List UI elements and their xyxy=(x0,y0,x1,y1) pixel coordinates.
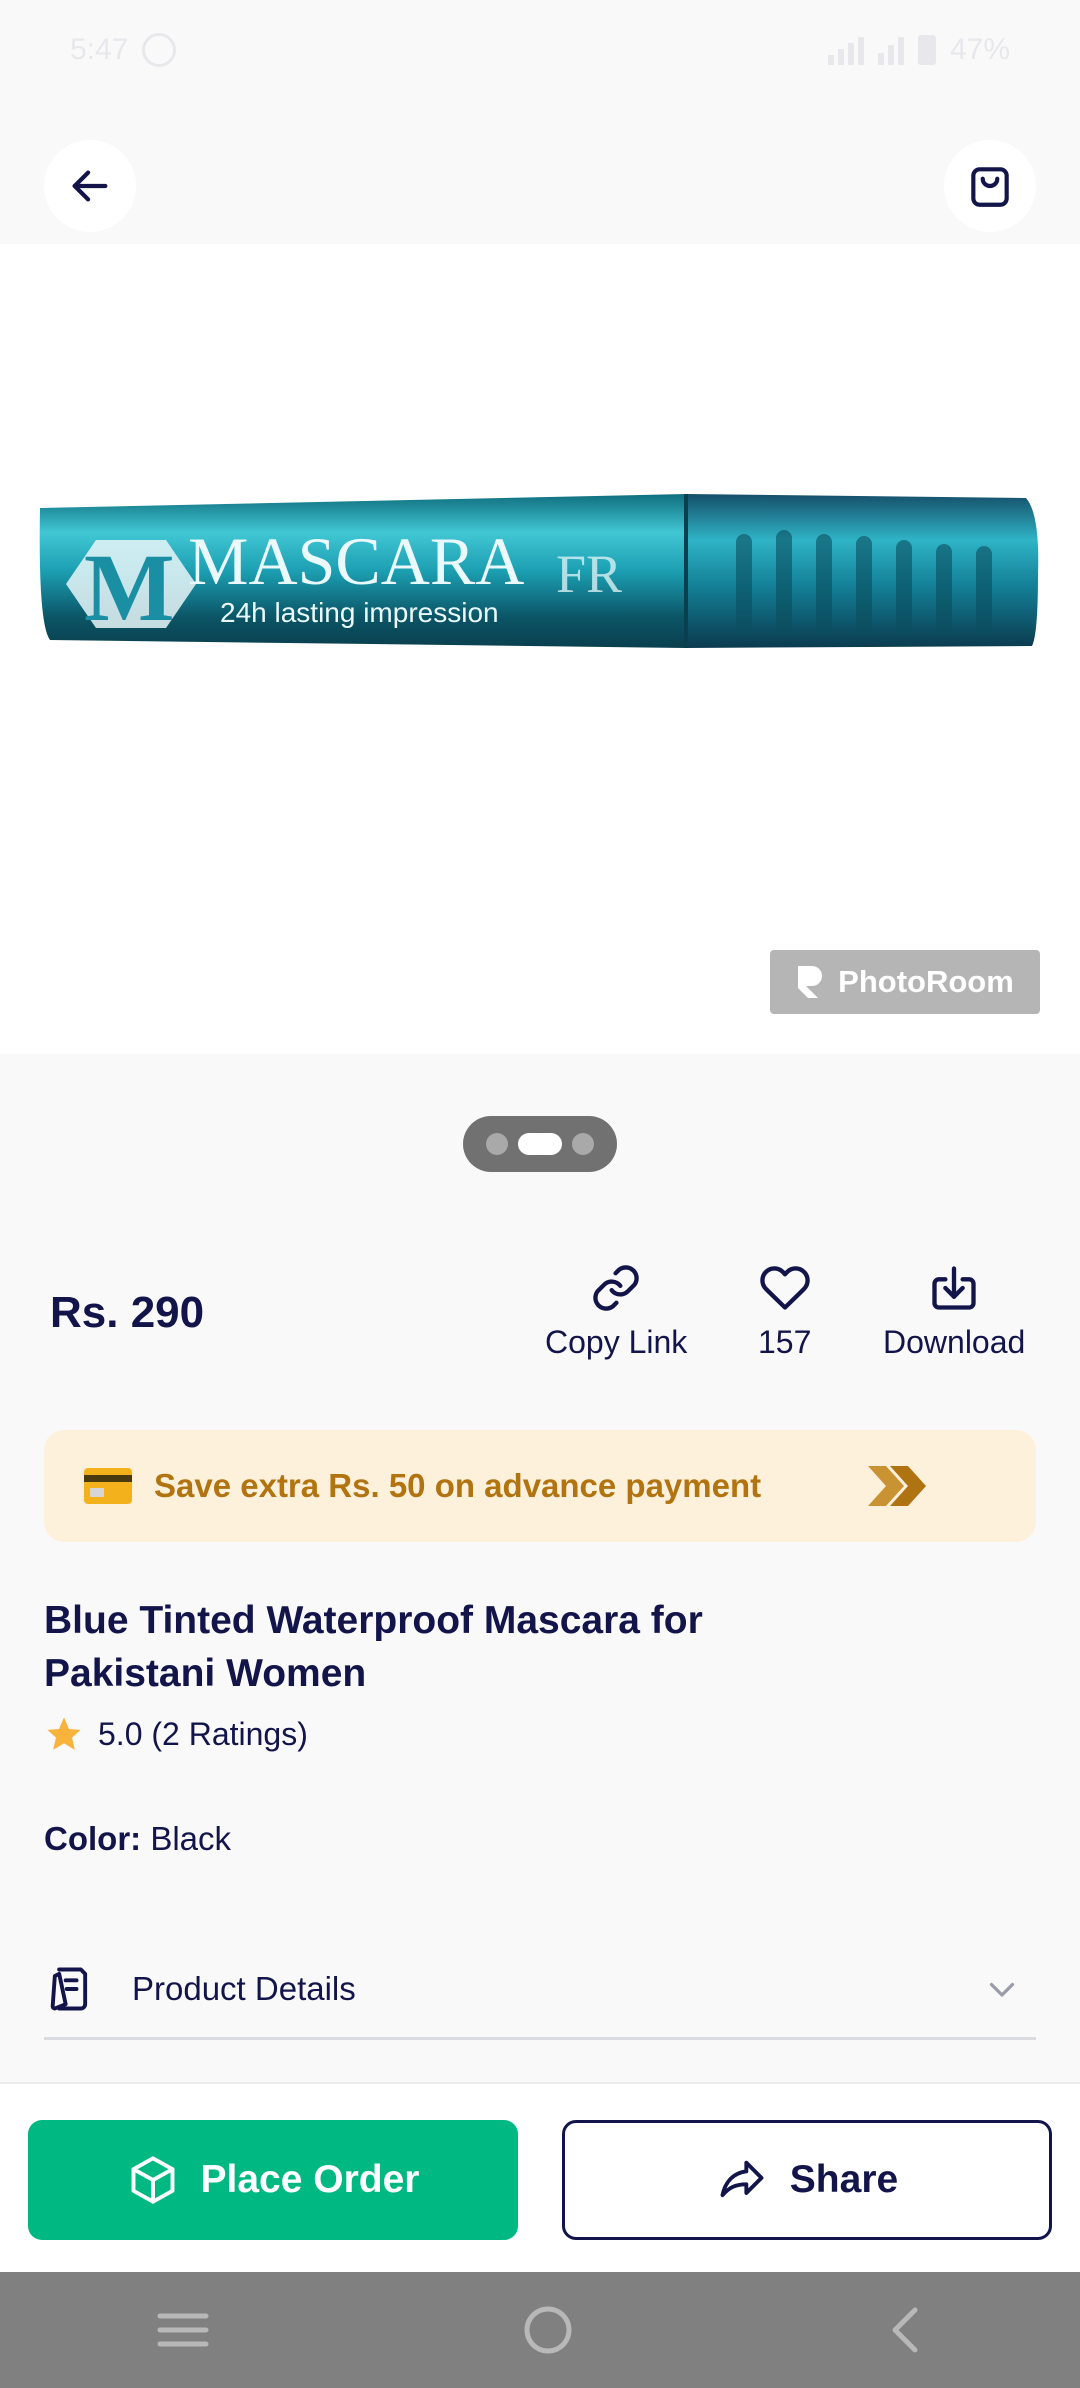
product-price: Rs. 290 xyxy=(50,1288,205,1337)
mascara-tube-image: M MASCARA 24h lasting impression FR xyxy=(39,494,1039,648)
rating-row[interactable]: 5.0 (2 Ratings) xyxy=(44,1714,308,1754)
photoroom-watermark: PhotoRoom xyxy=(770,950,1040,1014)
watermark-text: PhotoRoom xyxy=(838,964,1014,999)
promo-banner[interactable]: Save extra Rs. 50 on advance payment xyxy=(44,1430,1036,1542)
bottom-action-bar: Place Order Share xyxy=(0,2082,1080,2272)
cart-button[interactable] xyxy=(944,140,1036,232)
product-title: Blue Tinted Waterproof Mascara for Pakis… xyxy=(44,1599,703,1695)
brand-text: MASCARA xyxy=(188,523,524,599)
back-button[interactable] xyxy=(44,140,136,232)
download-label: Download xyxy=(883,1324,1026,1360)
link-icon xyxy=(593,1265,639,1311)
pager-dot-active[interactable] xyxy=(518,1133,562,1155)
svg-text:M: M xyxy=(84,534,175,641)
box-icon xyxy=(131,2156,174,2204)
product-details-row[interactable]: Product Details xyxy=(44,1940,1036,2040)
home-icon[interactable] xyxy=(522,2304,574,2356)
download-button[interactable]: Download xyxy=(883,1262,1025,1361)
download-icon xyxy=(932,1266,976,1310)
document-icon xyxy=(50,1967,88,2010)
top-actions xyxy=(0,140,1080,240)
status-left: 5:47 xyxy=(70,33,177,67)
back-nav-icon[interactable] xyxy=(885,2304,925,2356)
wifi-icon xyxy=(877,35,904,65)
color-label: Color: xyxy=(44,1820,142,1857)
battery-icon xyxy=(917,35,936,65)
place-order-button[interactable]: Place Order xyxy=(28,2120,518,2240)
product-image[interactable]: M MASCARA 24h lasting impression FR Phot… xyxy=(0,244,1080,1054)
image-pager[interactable] xyxy=(463,1116,617,1172)
shopping-bag-icon xyxy=(971,167,1009,207)
color-row: Color: Black xyxy=(44,1820,231,1858)
menu-icon[interactable] xyxy=(155,2308,211,2352)
share-label: Share xyxy=(789,2158,899,2201)
signal-icon xyxy=(827,35,864,65)
like-button[interactable]: 157 xyxy=(758,1262,811,1361)
system-navigation-bar xyxy=(0,2272,1080,2388)
photoroom-logo-icon xyxy=(798,966,823,998)
notification-icon xyxy=(142,33,177,67)
product-details-label: Product Details xyxy=(132,1969,356,2007)
copy-link-button[interactable]: Copy Link xyxy=(545,1262,687,1361)
double-chevron-right-icon xyxy=(868,1466,926,1506)
pager-dot[interactable] xyxy=(486,1133,508,1155)
share-arrow-icon xyxy=(720,2160,764,2198)
chevron-down-icon xyxy=(989,1982,1015,1997)
svg-text:FR: FR xyxy=(556,544,622,604)
share-button[interactable]: Share xyxy=(562,2120,1052,2240)
status-time: 5:47 xyxy=(70,33,129,66)
pager-dot[interactable] xyxy=(572,1133,594,1155)
color-value: Black xyxy=(150,1820,232,1857)
heart-icon xyxy=(760,1266,810,1310)
tagline-text: 24h lasting impression xyxy=(220,597,499,628)
star-icon xyxy=(47,1717,81,1750)
rating-text: 5.0 (2 Ratings) xyxy=(98,1715,308,1752)
likes-count: 157 xyxy=(758,1324,812,1360)
status-bar: 5:47 47% xyxy=(0,0,1080,100)
place-order-label: Place Order xyxy=(200,2158,420,2201)
copy-link-label: Copy Link xyxy=(545,1324,688,1360)
arrow-left-icon xyxy=(72,170,108,202)
credit-card-icon xyxy=(84,1468,132,1504)
status-right: 47% xyxy=(827,33,1010,67)
battery-level: 47% xyxy=(949,33,1010,66)
promo-text: Save extra Rs. 50 on advance payment xyxy=(154,1467,762,1504)
